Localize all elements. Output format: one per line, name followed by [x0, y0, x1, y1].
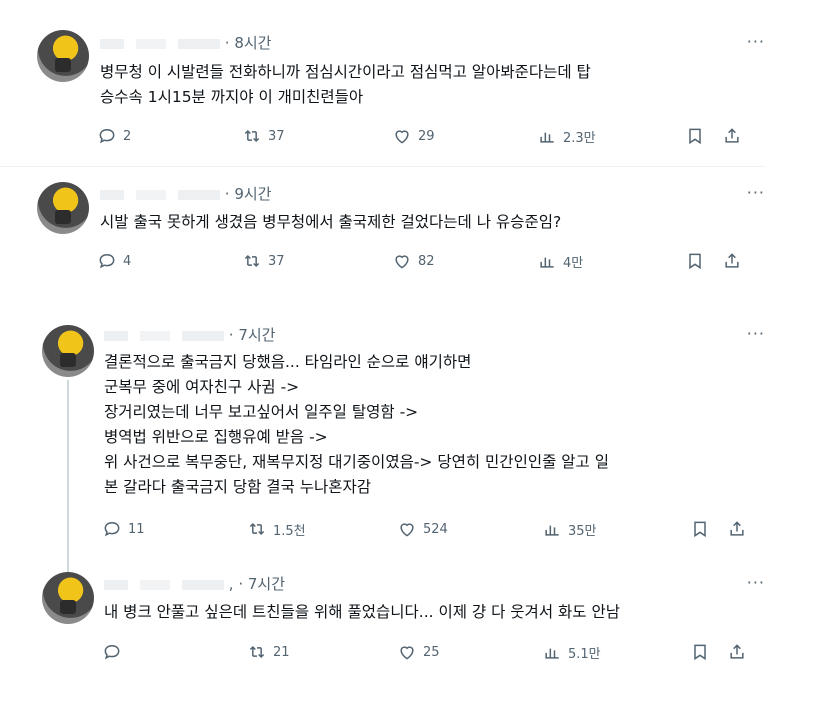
share-icon [730, 644, 744, 659]
retweet-button[interactable]: 1.5천 [247, 519, 306, 539]
views-count: 35만 [568, 523, 597, 539]
reply-button[interactable]: 4 [97, 251, 131, 271]
like-icon [395, 130, 409, 144]
tweet-3[interactable]: · 7시간 ··· 결론적으로 출국금지 당했음... 타임라인 순으로 얘기하… [0, 310, 765, 555]
tweet-1[interactable]: · 8시간 ··· 병무청 이 시발련들 전화하니까 점심시간이라고 점심먹고 … [0, 0, 765, 165]
retweet-icon [249, 645, 265, 659]
like-count: 82 [418, 253, 435, 269]
like-button[interactable]: 82 [392, 251, 435, 271]
tweet-text: 시발 출국 못하게 생겼음 병무청에서 출국제한 걸었다는데 나 유승준임? [100, 213, 562, 231]
retweet-count: 37 [268, 253, 285, 269]
timestamp[interactable]: · 8시간 [225, 34, 272, 52]
reply-button[interactable] [102, 642, 128, 662]
views-button[interactable]: 2.3만 [537, 126, 596, 146]
bookmark-icon [694, 521, 706, 538]
reply-button[interactable]: 2 [97, 126, 131, 146]
bookmark-button[interactable] [685, 126, 705, 146]
retweet-count: 21 [273, 644, 290, 660]
like-icon [400, 523, 414, 537]
views-button[interactable]: 35만 [542, 519, 597, 539]
action-bar: 4 37 82 4만 [97, 251, 747, 273]
avatar[interactable] [37, 182, 89, 234]
like-button[interactable]: 29 [392, 126, 435, 146]
like-count: 29 [418, 128, 435, 144]
reply-icon [104, 644, 120, 660]
action-bar: 21 25 5.1만 [102, 642, 752, 664]
blurred-username [104, 330, 224, 341]
share-button[interactable] [722, 126, 742, 146]
like-button[interactable]: 25 [397, 642, 440, 662]
retweet-button[interactable]: 21 [247, 642, 290, 662]
tweet-header: · 9시간 [100, 183, 271, 204]
retweet-button[interactable]: 37 [242, 126, 285, 146]
avatar[interactable] [42, 572, 94, 624]
tweet-text: 내 병크 안풀고 싶은데 트친들을 위해 풀었습니다... 이제 걍 다 웃겨서… [104, 603, 620, 621]
like-count: 25 [423, 644, 440, 660]
views-count: 4만 [563, 255, 584, 271]
more-options-icon[interactable]: ··· [747, 573, 765, 592]
reply-button[interactable]: 11 [102, 519, 145, 539]
blurred-username [100, 38, 220, 49]
blurred-username [104, 579, 224, 590]
views-count: 2.3만 [563, 130, 596, 146]
like-button[interactable]: 524 [397, 519, 448, 539]
views-icon [545, 525, 559, 536]
bookmark-button[interactable] [690, 642, 710, 662]
bookmark-icon [689, 128, 701, 145]
tweet-4[interactable]: , · 7시간 ··· 내 병크 안풀고 싶은데 트친들을 위해 풀었습니다..… [0, 560, 765, 690]
views-button[interactable]: 4만 [537, 251, 583, 271]
retweet-icon [244, 254, 260, 268]
like-icon [400, 646, 414, 660]
tweet-header: , · 7시간 [104, 573, 285, 594]
retweet-count: 1.5천 [273, 523, 306, 539]
timestamp[interactable]: · 9시간 [225, 185, 272, 203]
retweet-count: 37 [268, 128, 285, 144]
share-icon [725, 253, 739, 268]
action-bar: 2 37 29 2.3만 [97, 126, 747, 148]
avatar[interactable] [42, 325, 94, 377]
views-icon [540, 132, 554, 143]
share-icon [730, 521, 744, 536]
blurred-username [100, 189, 220, 200]
tweet-text: 병무청 이 시발련들 전화하니까 점심시간이라고 점심먹고 알아봐준다는데 탑 … [100, 63, 591, 106]
timestamp[interactable]: · 7시간 [229, 326, 276, 344]
share-button[interactable] [727, 642, 747, 662]
share-button[interactable] [722, 251, 742, 271]
retweet-icon [244, 129, 260, 143]
bookmark-icon [689, 253, 701, 270]
tweet-2[interactable]: · 9시간 ··· 시발 출국 못하게 생겼음 병무청에서 출국제한 걸었다는데… [0, 167, 765, 292]
like-icon [395, 255, 409, 269]
share-icon [725, 128, 739, 143]
views-icon [545, 648, 559, 659]
action-bar: 11 1.5천 524 35만 [102, 519, 752, 541]
timestamp[interactable]: , · 7시간 [229, 575, 285, 593]
bookmark-icon [694, 644, 706, 661]
reply-icon [104, 521, 120, 537]
views-button[interactable]: 5.1만 [542, 642, 601, 662]
bookmark-button[interactable] [685, 251, 705, 271]
more-options-icon[interactable]: ··· [747, 32, 765, 51]
tweet-text: 결론적으로 출국금지 당했음... 타임라인 순으로 얘기하면 군복무 중에 여… [104, 353, 609, 496]
views-icon [540, 257, 554, 268]
reply-icon [99, 128, 115, 144]
views-count: 5.1만 [568, 646, 601, 662]
retweet-icon [249, 522, 265, 536]
share-button[interactable] [727, 519, 747, 539]
reply-icon [99, 253, 115, 269]
tweet-header: · 8시간 [100, 32, 271, 53]
reply-count: 11 [128, 521, 145, 537]
like-count: 524 [423, 521, 448, 537]
bookmark-button[interactable] [690, 519, 710, 539]
reply-count: 2 [123, 128, 132, 144]
more-options-icon[interactable]: ··· [747, 183, 765, 202]
retweet-button[interactable]: 37 [242, 251, 285, 271]
tweet-header: · 7시간 [104, 324, 275, 345]
avatar[interactable] [37, 30, 89, 82]
reply-count: 4 [123, 253, 132, 269]
more-options-icon[interactable]: ··· [747, 324, 765, 343]
